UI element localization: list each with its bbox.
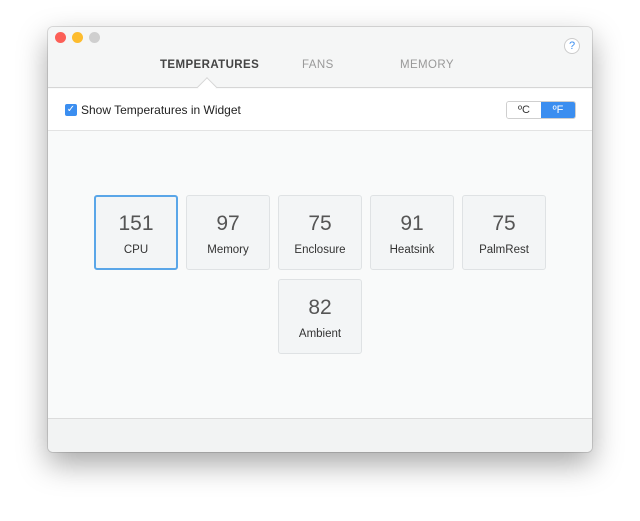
- minimize-button[interactable]: [72, 32, 83, 43]
- help-button[interactable]: ?: [564, 38, 580, 54]
- options-bar: ✓ Show Temperatures in Widget ºC ºF: [48, 89, 592, 131]
- sensor-tile-enclosure[interactable]: 75 Enclosure: [278, 195, 362, 270]
- sensor-label: Heatsink: [389, 244, 435, 256]
- tab-temperatures[interactable]: TEMPERATURES: [160, 59, 259, 71]
- sensor-tile-ambient[interactable]: 82 Ambient: [278, 279, 362, 354]
- sensor-label: Ambient: [298, 328, 342, 340]
- sensor-value: 91: [400, 212, 424, 235]
- celsius-button[interactable]: ºC: [507, 102, 541, 118]
- sensor-value: 97: [216, 212, 240, 235]
- sensor-label: Enclosure: [294, 244, 346, 256]
- tab-fans[interactable]: FANS: [302, 59, 334, 71]
- unit-toggle[interactable]: ºC ºF: [506, 101, 576, 119]
- close-button[interactable]: [55, 32, 66, 43]
- fahrenheit-button[interactable]: ºF: [541, 102, 575, 118]
- app-window: ? TEMPERATURES FANS MEMORY ✓ Show Temper…: [48, 27, 592, 452]
- sensor-tile-palmrest[interactable]: 75 PalmRest: [462, 195, 546, 270]
- show-widget-label[interactable]: Show Temperatures in Widget: [81, 103, 241, 117]
- sensor-label: CPU: [123, 244, 149, 256]
- zoom-button[interactable]: [89, 32, 100, 43]
- sensor-label: PalmRest: [479, 244, 529, 256]
- sensor-tile-cpu[interactable]: 151 CPU: [94, 195, 178, 270]
- sensor-value: 82: [308, 296, 332, 319]
- sensor-tile-memory[interactable]: 97 Memory: [186, 195, 270, 270]
- footer-bar: [48, 418, 592, 452]
- sensor-label: Memory: [207, 244, 249, 256]
- sensor-value: 75: [492, 212, 516, 235]
- sensor-value: 75: [308, 212, 332, 235]
- sensor-tile-heatsink[interactable]: 91 Heatsink: [370, 195, 454, 270]
- toolbar: ? TEMPERATURES FANS MEMORY: [48, 27, 592, 88]
- sensor-value: 151: [118, 212, 154, 235]
- tab-memory[interactable]: MEMORY: [400, 59, 454, 71]
- show-widget-checkbox[interactable]: ✓: [65, 104, 77, 116]
